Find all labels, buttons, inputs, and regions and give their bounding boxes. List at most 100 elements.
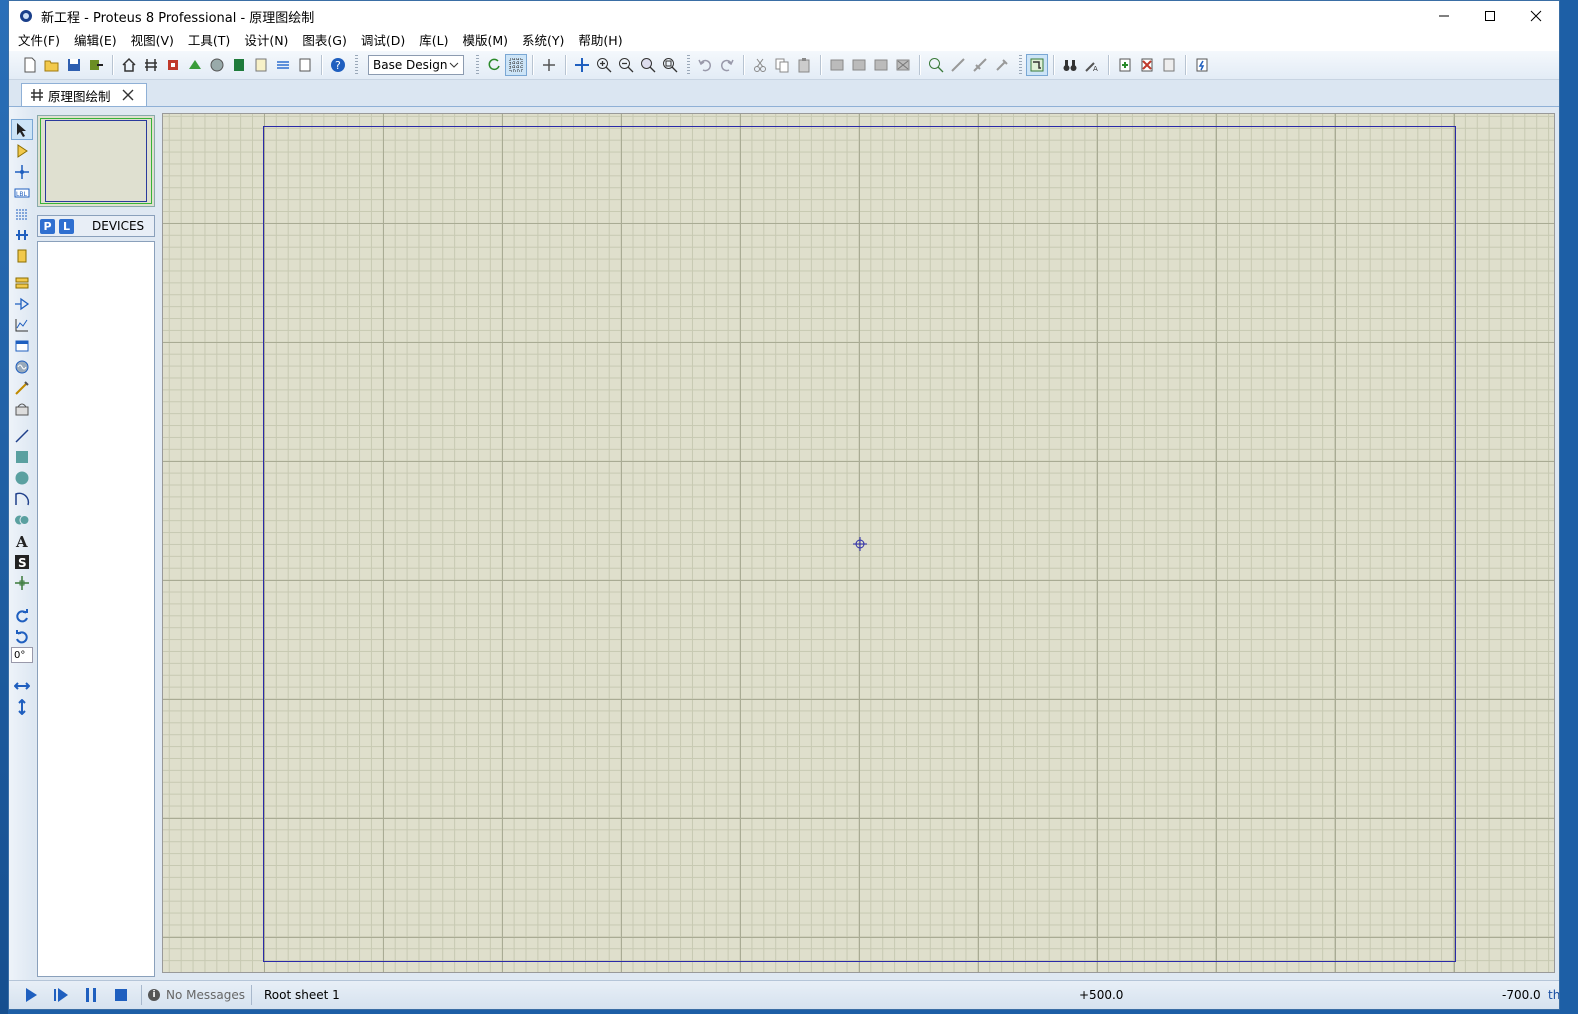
menu-tools[interactable]: 工具(T) — [181, 31, 237, 51]
pause-simulation-button[interactable] — [79, 984, 103, 1006]
3d-view-button[interactable] — [184, 54, 206, 76]
toolbar-grip[interactable] — [1019, 55, 1022, 75]
flip-horizontal-button[interactable] — [11, 675, 33, 696]
new-sheet-button[interactable] — [1114, 54, 1136, 76]
menu-template[interactable]: 模版(M) — [455, 31, 515, 51]
menu-file[interactable]: 文件(F) — [11, 31, 67, 51]
terminals-mode-button[interactable] — [11, 272, 33, 293]
gerber-button[interactable] — [206, 54, 228, 76]
electrical-rule-check-button[interactable] — [1191, 54, 1213, 76]
component-mode-button[interactable] — [11, 140, 33, 161]
zoom-all-button[interactable] — [637, 54, 659, 76]
junction-dot-button[interactable] — [11, 161, 33, 182]
close-icon[interactable] — [121, 88, 135, 102]
import-button[interactable] — [85, 54, 107, 76]
pan-button[interactable] — [571, 54, 593, 76]
menu-help[interactable]: 帮助(H) — [571, 31, 629, 51]
block-move-button[interactable] — [848, 54, 870, 76]
new-button[interactable] — [19, 54, 41, 76]
zoom-out-button[interactable] — [615, 54, 637, 76]
notes-button[interactable] — [294, 54, 316, 76]
voltage-probe-button[interactable] — [11, 377, 33, 398]
exit-to-parent-button[interactable] — [1158, 54, 1180, 76]
menu-graph[interactable]: 图表(G) — [295, 31, 353, 51]
pcb-button[interactable] — [162, 54, 184, 76]
library-manager-button[interactable]: L — [59, 218, 74, 234]
step-simulation-button[interactable] — [49, 984, 73, 1006]
undo-button[interactable] — [694, 54, 716, 76]
buses-button[interactable] — [11, 224, 33, 245]
schematic-editing-canvas[interactable] — [162, 113, 1555, 973]
menu-view[interactable]: 视图(V) — [124, 31, 181, 51]
generator-mode-button[interactable] — [11, 356, 33, 377]
tab-schematic-capture[interactable]: 原理图绘制 — [21, 83, 147, 106]
open-button[interactable] — [41, 54, 63, 76]
bom-button[interactable] — [250, 54, 272, 76]
path-mode-button[interactable] — [11, 509, 33, 530]
tape-recorder-button[interactable] — [11, 335, 33, 356]
arc-mode-button[interactable] — [11, 488, 33, 509]
property-assignment-button[interactable]: A — [1081, 54, 1103, 76]
close-button[interactable] — [1513, 1, 1559, 31]
toolbar-grip[interactable] — [476, 55, 479, 75]
marker-mode-button[interactable] — [11, 572, 33, 593]
wire-label-button[interactable]: LBL — [11, 182, 33, 203]
design-variant-select[interactable]: Base Design — [368, 55, 464, 75]
line-mode-button[interactable] — [11, 425, 33, 446]
package-tool-button[interactable] — [969, 54, 991, 76]
menu-system[interactable]: 系统(Y) — [515, 31, 571, 51]
search-button[interactable] — [1059, 54, 1081, 76]
message-area[interactable]: i No Messages — [148, 988, 245, 1002]
design-explorer-button[interactable] — [228, 54, 250, 76]
graph-mode-button[interactable] — [11, 314, 33, 335]
redo-button[interactable] — [716, 54, 738, 76]
remove-sheet-button[interactable] — [1136, 54, 1158, 76]
device-pins-button[interactable] — [11, 293, 33, 314]
block-copy-button[interactable] — [826, 54, 848, 76]
origin-button[interactable] — [538, 54, 560, 76]
schematic-button[interactable] — [140, 54, 162, 76]
help-button[interactable]: ? — [327, 54, 349, 76]
rotation-angle-field[interactable]: 0° — [11, 647, 33, 663]
copy-button[interactable] — [771, 54, 793, 76]
zoom-area-button[interactable] — [659, 54, 681, 76]
decompose-button[interactable] — [991, 54, 1013, 76]
menu-debug[interactable]: 调试(D) — [354, 31, 412, 51]
pick-device-button[interactable] — [925, 54, 947, 76]
rotate-anticlockwise-button[interactable] — [11, 626, 33, 647]
cut-button[interactable] — [749, 54, 771, 76]
save-button[interactable] — [63, 54, 85, 76]
maximize-button[interactable] — [1467, 1, 1513, 31]
paste-button[interactable] — [793, 54, 815, 76]
coordinate-unit[interactable]: th — [1548, 988, 1559, 1002]
toggle-grid-button[interactable] — [505, 54, 527, 76]
zoom-in-button[interactable] — [593, 54, 615, 76]
block-rotate-button[interactable] — [870, 54, 892, 76]
toolbar-grip[interactable] — [355, 55, 358, 75]
refresh-button[interactable] — [483, 54, 505, 76]
subcircuit-button[interactable] — [11, 245, 33, 266]
menu-edit[interactable]: 编辑(E) — [67, 31, 124, 51]
toolbar-grip[interactable] — [687, 55, 690, 75]
virtual-instruments-button[interactable] — [11, 398, 33, 419]
circle-mode-button[interactable] — [11, 467, 33, 488]
menu-design[interactable]: 设计(N) — [237, 31, 295, 51]
menu-library[interactable]: 库(L) — [412, 31, 455, 51]
flip-vertical-button[interactable] — [11, 696, 33, 717]
home-button[interactable] — [118, 54, 140, 76]
wire-autorouter-button[interactable] — [1026, 54, 1048, 76]
overview-window[interactable] — [37, 115, 155, 207]
make-device-button[interactable] — [947, 54, 969, 76]
device-list[interactable] — [37, 241, 155, 977]
rotate-clockwise-button[interactable] — [11, 605, 33, 626]
box-mode-button[interactable] — [11, 446, 33, 467]
text-script-button[interactable] — [11, 203, 33, 224]
text-mode-button[interactable]: A — [11, 530, 33, 551]
minimize-button[interactable] — [1421, 1, 1467, 31]
symbol-mode-button[interactable]: S — [11, 551, 33, 572]
selection-mode-button[interactable] — [11, 119, 33, 140]
pick-devices-button[interactable]: P — [40, 218, 55, 234]
source-code-button[interactable] — [272, 54, 294, 76]
block-delete-button[interactable] — [892, 54, 914, 76]
stop-simulation-button[interactable] — [109, 984, 133, 1006]
